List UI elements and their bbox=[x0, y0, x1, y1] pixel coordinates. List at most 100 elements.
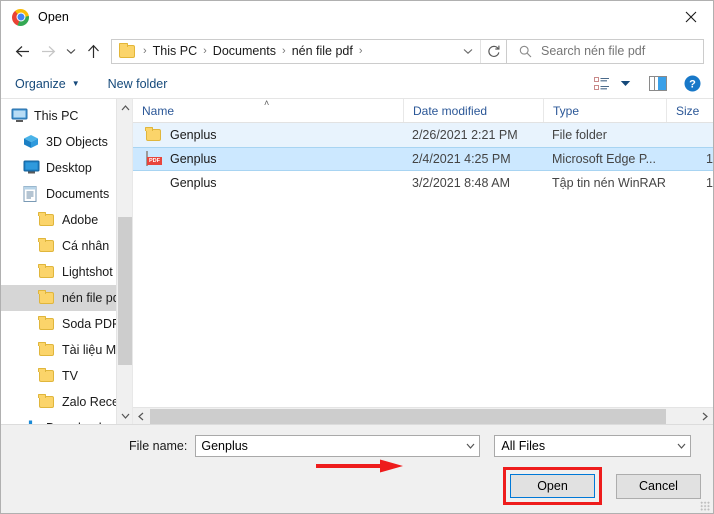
address-dropdown-button[interactable] bbox=[456, 40, 480, 63]
breadcrumb-item-documents[interactable]: Documents bbox=[212, 44, 277, 58]
folder-icon bbox=[39, 290, 56, 306]
sidebar-item-c-nh-n[interactable]: Cá nhân bbox=[1, 233, 132, 259]
filename-value: Genplus bbox=[201, 439, 461, 453]
breadcrumb-item-nen-file-pdf[interactable]: nén file pdf bbox=[291, 44, 354, 58]
filename-dropdown-button[interactable] bbox=[461, 443, 479, 449]
column-header-name-label: Name bbox=[142, 104, 174, 118]
search-box[interactable]: Search nén file pdf bbox=[507, 39, 704, 64]
sidebar-scroll-thumb[interactable] bbox=[118, 217, 132, 365]
up-button[interactable] bbox=[80, 38, 106, 64]
chevron-right-icon bbox=[702, 412, 708, 421]
file-name-cell: Genplus bbox=[133, 127, 403, 143]
sidebar-item-documents[interactable]: Documents bbox=[1, 181, 132, 207]
arrow-up-icon bbox=[87, 44, 100, 59]
breadcrumb-separator: › bbox=[277, 45, 291, 57]
column-header-name[interactable]: Name ˄ bbox=[133, 99, 403, 122]
scroll-down-button[interactable] bbox=[117, 407, 133, 424]
file-type-filter[interactable]: All Files bbox=[494, 435, 691, 457]
window-title: Open bbox=[38, 10, 69, 24]
chevron-left-icon bbox=[138, 412, 144, 421]
sidebar-scrollbar[interactable] bbox=[116, 99, 132, 424]
file-date-cell: 2/26/2021 2:21 PM bbox=[403, 128, 543, 142]
chevron-up-icon bbox=[121, 105, 130, 111]
chevron-down-icon bbox=[677, 443, 686, 449]
desktop-icon bbox=[23, 160, 40, 176]
address-bar[interactable]: › This PC › Documents › nén file pdf › bbox=[111, 39, 507, 64]
view-options-button[interactable] bbox=[589, 72, 615, 96]
file-size-cell: 1 bbox=[666, 152, 713, 166]
filename-label: File name: bbox=[129, 439, 187, 453]
buttons-row: Open Cancel bbox=[13, 467, 701, 505]
sidebar-item-desktop[interactable]: Desktop bbox=[1, 155, 132, 181]
new-folder-label: New folder bbox=[108, 77, 168, 91]
sidebar-item-t-i-li-u-m[interactable]: Tài liệu M bbox=[1, 337, 132, 363]
column-header-size[interactable]: Size bbox=[666, 99, 713, 122]
breadcrumb-separator: › bbox=[138, 45, 152, 57]
open-button[interactable]: Open bbox=[510, 474, 595, 498]
column-header-size-label: Size bbox=[676, 104, 699, 118]
folder-glyph bbox=[39, 344, 54, 356]
sidebar-item-tv[interactable]: TV bbox=[1, 363, 132, 389]
breadcrumb-separator: › bbox=[198, 45, 212, 57]
filename-input[interactable]: Genplus bbox=[195, 435, 480, 457]
breadcrumb-item-this-pc[interactable]: This PC bbox=[152, 44, 198, 58]
close-button[interactable] bbox=[668, 1, 713, 33]
file-type-dropdown-button[interactable] bbox=[672, 443, 690, 449]
scroll-left-button[interactable] bbox=[133, 408, 149, 425]
navigation-sidebar: This PC3D ObjectsDesktop Documents AdobeCá… bbox=[1, 99, 133, 424]
refresh-button[interactable] bbox=[480, 40, 506, 63]
sidebar-item-zalo-rece[interactable]: Zalo Rece bbox=[1, 389, 132, 415]
file-list-horizontal-scrollbar[interactable] bbox=[133, 407, 713, 424]
recent-locations-button[interactable] bbox=[61, 38, 80, 64]
folder-glyph bbox=[39, 266, 54, 278]
scroll-up-button[interactable] bbox=[117, 99, 133, 116]
file-date-cell: 2/4/2021 4:25 PM bbox=[403, 152, 543, 166]
column-header-date-modified[interactable]: Date modified bbox=[403, 99, 543, 122]
table-row[interactable]: Genplus2/26/2021 2:21 PMFile folder bbox=[133, 123, 713, 147]
chevron-down-icon bbox=[66, 48, 76, 55]
breadcrumb-separator: › bbox=[354, 45, 368, 57]
sidebar-item-3d-objects[interactable]: 3D Objects bbox=[1, 129, 132, 155]
sidebar-item-lightshot[interactable]: Lightshot bbox=[1, 259, 132, 285]
file-type-cell: Tập tin nén WinRAR bbox=[543, 176, 666, 190]
folder-icon bbox=[119, 45, 135, 58]
forward-button[interactable] bbox=[35, 38, 61, 64]
sidebar-item-downloads[interactable]: Downloads bbox=[1, 415, 132, 424]
command-bar: Organize ▼ New folder bbox=[1, 69, 713, 99]
back-button[interactable] bbox=[9, 38, 35, 64]
folder-icon bbox=[39, 342, 56, 358]
folder-glyph bbox=[39, 370, 54, 382]
scroll-right-button[interactable] bbox=[697, 408, 713, 425]
new-folder-button[interactable]: New folder bbox=[108, 77, 168, 91]
column-header-type[interactable]: Type bbox=[543, 99, 666, 122]
close-icon bbox=[685, 11, 697, 23]
table-row[interactable]: Genplus2/4/2021 4:25 PMMicrosoft Edge P.… bbox=[133, 147, 713, 171]
open-button-highlight: Open bbox=[503, 467, 602, 505]
folder-glyph bbox=[39, 240, 54, 252]
cancel-button[interactable]: Cancel bbox=[616, 474, 701, 499]
open-button-label: Open bbox=[537, 479, 568, 493]
file-rows: Genplus2/26/2021 2:21 PMFile folderGenpl… bbox=[133, 123, 713, 407]
folder-glyph bbox=[146, 129, 161, 141]
resize-grip[interactable] bbox=[700, 501, 710, 511]
table-row[interactable]: Genplus3/2/2021 8:48 AMTập tin nén WinRA… bbox=[133, 171, 713, 195]
sidebar-item-soda-pdf[interactable]: Soda PDF bbox=[1, 311, 132, 337]
organize-button[interactable]: Organize ▼ bbox=[15, 77, 80, 91]
view-options-dropdown[interactable] bbox=[615, 72, 635, 96]
sidebar-item-label: nén file pdf bbox=[62, 291, 123, 305]
file-name-cell: Genplus bbox=[133, 175, 403, 191]
folder-glyph bbox=[39, 292, 54, 304]
title-bar: Open bbox=[1, 1, 713, 33]
sidebar-item-this-pc[interactable]: This PC bbox=[1, 103, 132, 129]
filename-row: File name: Genplus All Files bbox=[13, 435, 701, 457]
sidebar-item-adobe[interactable]: Adobe bbox=[1, 207, 132, 233]
sidebar-item-label: Documents bbox=[46, 187, 109, 201]
search-icon bbox=[519, 45, 532, 58]
sidebar-item-n-n-file-pdf[interactable]: nén file pdf bbox=[1, 285, 132, 311]
preview-pane-button[interactable] bbox=[645, 72, 671, 96]
search-placeholder: Search nén file pdf bbox=[541, 44, 645, 58]
folder-icon bbox=[39, 238, 56, 254]
help-button[interactable]: ? bbox=[679, 72, 705, 96]
sidebar-item-label: Tài liệu M bbox=[62, 343, 116, 357]
horizontal-scroll-thumb[interactable] bbox=[150, 409, 666, 424]
